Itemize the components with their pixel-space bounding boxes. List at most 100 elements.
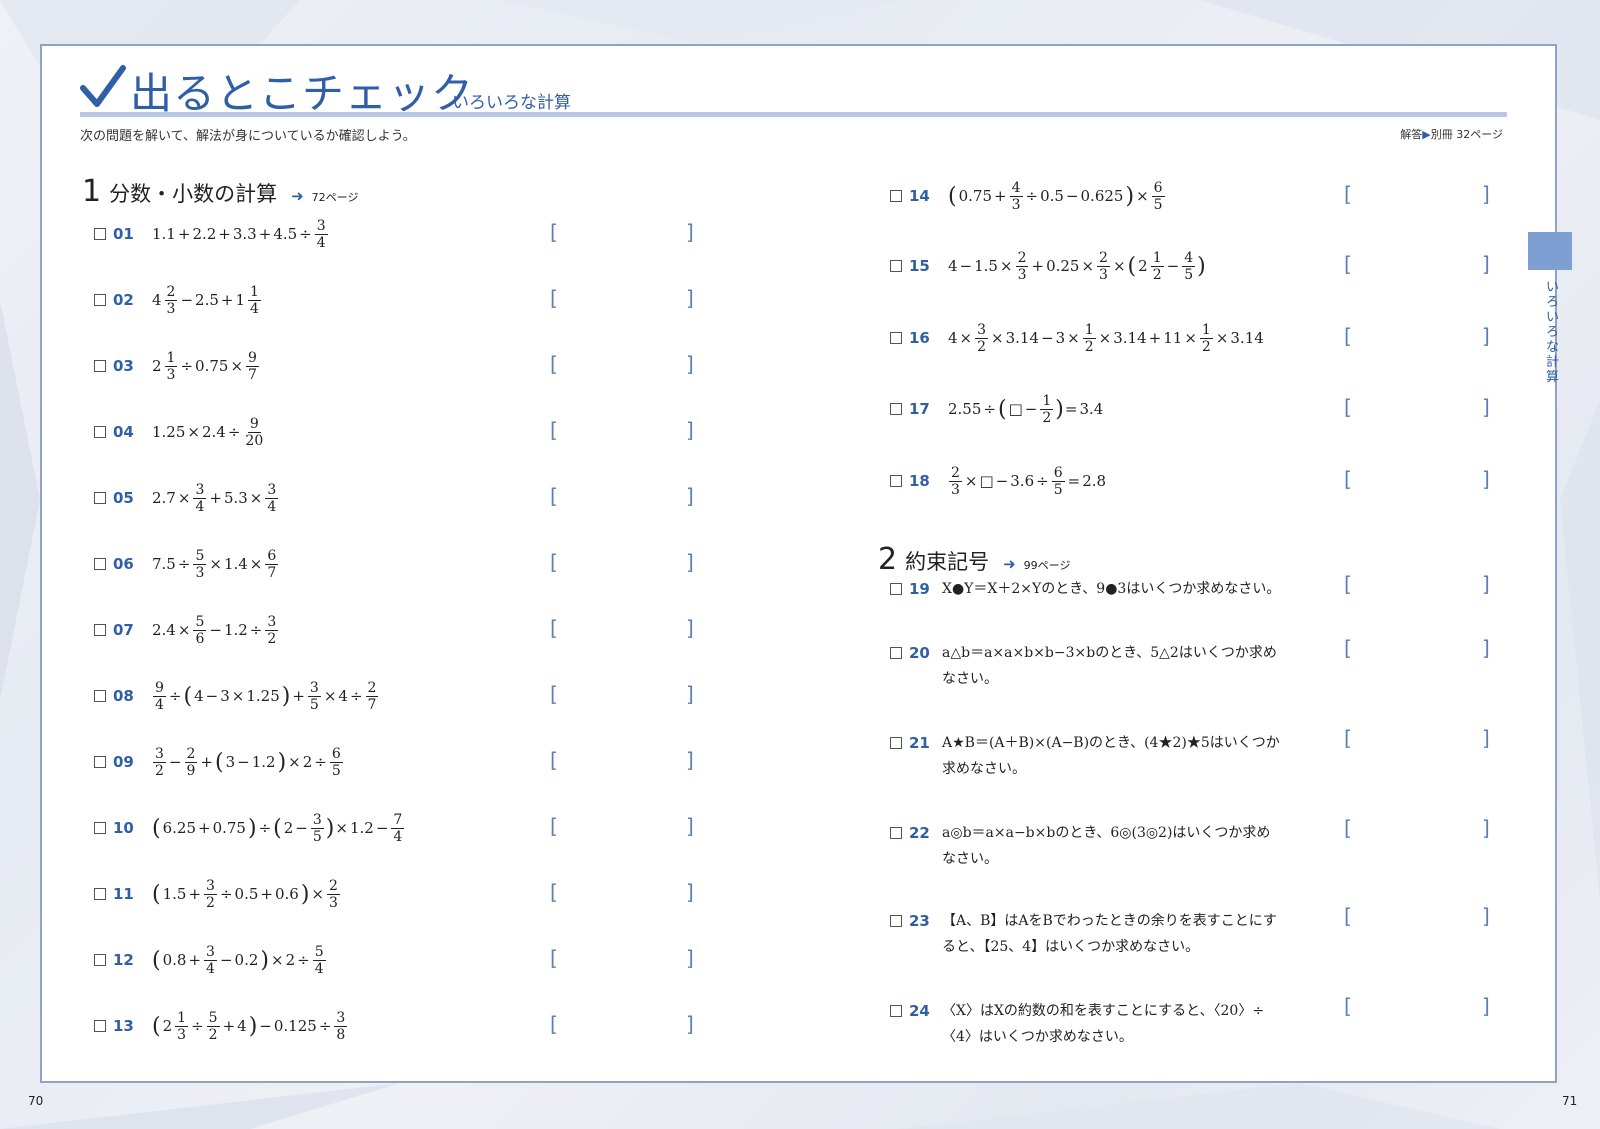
answer-field[interactable] xyxy=(562,880,684,906)
answer-field[interactable] xyxy=(562,550,684,576)
fraction: 35 xyxy=(310,811,324,845)
fraction: 34 xyxy=(193,481,207,515)
answer-field[interactable] xyxy=(1356,182,1480,208)
problem-number: 21 xyxy=(909,734,930,752)
fraction: 23 xyxy=(949,464,962,498)
problem-checkbox[interactable] xyxy=(890,475,902,487)
triangle-right-icon: ▶ xyxy=(1422,128,1431,141)
fraction: 27 xyxy=(365,679,379,713)
answer-field[interactable] xyxy=(1356,395,1480,421)
fraction: 38 xyxy=(334,1009,348,1043)
fraction: 12 xyxy=(1150,249,1164,283)
fraction: 35 xyxy=(307,679,321,713)
problem-checkbox[interactable] xyxy=(890,915,902,927)
problem-expression: 4−1.5 × 2 3 +0.25 × 2 3 ×(2 1 2−4 5) xyxy=(948,249,1206,283)
problem-number: 16 xyxy=(909,329,930,347)
answer-field[interactable] xyxy=(562,946,684,972)
problem-checkbox[interactable] xyxy=(890,190,902,202)
answer-field[interactable] xyxy=(1356,467,1480,493)
problem-row: 16 4 × 3 2 × 3.14−3 × 1 2 × 3.14 +11 × 1 2 × 3.14 xyxy=(890,316,1265,360)
answer-field[interactable] xyxy=(562,1012,684,1038)
problem-checkbox[interactable] xyxy=(94,492,106,504)
answer-bracket-close: ] xyxy=(1482,182,1490,206)
problem-checkbox[interactable] xyxy=(890,1005,902,1017)
answer-field[interactable] xyxy=(1356,904,1480,930)
answer-bracket-close: ] xyxy=(686,682,694,706)
problem-checkbox[interactable] xyxy=(94,690,106,702)
problem-row: 12 (0.8 +3 4−0.2) × 2 ÷ 5 4 xyxy=(94,938,328,982)
problem-row: 15 4−1.5 × 2 3 +0.25 × 2 3 ×(2 1 2−4 5) xyxy=(890,244,1206,288)
answer-field[interactable] xyxy=(562,418,684,444)
problem-expression: 2.4 × 5 6−1.2 ÷ 3 2 xyxy=(152,613,279,647)
problem-checkbox[interactable] xyxy=(94,1020,106,1032)
answer-bracket-open: [ xyxy=(550,616,558,640)
fraction: 45 xyxy=(1182,249,1196,283)
problem-checkbox[interactable] xyxy=(94,426,106,438)
fraction: 32 xyxy=(265,613,279,647)
fraction: 65 xyxy=(1051,464,1065,498)
fraction: 12 xyxy=(1199,321,1213,355)
answer-bracket-open: [ xyxy=(550,418,558,442)
answer-field[interactable] xyxy=(562,286,684,312)
problem-expression: 1.25 × 2.4 ÷ 9 20 xyxy=(152,415,264,449)
answer-field[interactable] xyxy=(562,352,684,378)
answer-field[interactable] xyxy=(562,682,684,708)
problem-checkbox[interactable] xyxy=(94,822,106,834)
problem-expression: 7.5 ÷ 5 3 × 1.4 × 6 7 xyxy=(152,547,279,581)
problem-number: 07 xyxy=(113,621,134,639)
answer-bracket-open: [ xyxy=(1344,467,1352,491)
problem-checkbox[interactable] xyxy=(94,624,106,636)
problem-number: 12 xyxy=(113,951,134,969)
answer-field[interactable] xyxy=(1356,324,1480,350)
answer-bracket-close: ] xyxy=(686,1012,694,1036)
answer-bracket-close: ] xyxy=(1482,395,1490,419)
answer-field[interactable] xyxy=(1356,252,1480,278)
problem-checkbox[interactable] xyxy=(94,954,106,966)
page-subtitle: いろいろな計算 xyxy=(452,93,571,113)
problem-checkbox[interactable] xyxy=(94,228,106,240)
problem-checkbox[interactable] xyxy=(890,260,902,272)
answer-field[interactable] xyxy=(562,814,684,840)
problem-expression: (1.5 +3 2 ÷ 0.5 +0.6) × 2 3 xyxy=(152,877,340,911)
problem-number: 01 xyxy=(113,225,134,243)
answer-bracket-open: [ xyxy=(550,352,558,376)
answer-field[interactable] xyxy=(562,220,684,246)
answer-bracket-open: [ xyxy=(550,550,558,574)
problem-checkbox[interactable] xyxy=(94,558,106,570)
problem-expression: 9 4 ÷(4−3 × 1.25) +3 5 × 4 ÷ 2 7 xyxy=(153,679,379,713)
answer-field[interactable] xyxy=(562,748,684,774)
answer-bracket-open: [ xyxy=(1344,182,1352,206)
answer-field[interactable] xyxy=(1356,636,1480,662)
problem-checkbox[interactable] xyxy=(94,360,106,372)
answer-field[interactable] xyxy=(562,616,684,642)
problem-checkbox[interactable] xyxy=(94,888,106,900)
answer-field[interactable] xyxy=(1356,994,1480,1020)
problem-checkbox[interactable] xyxy=(890,583,902,595)
answer-field[interactable] xyxy=(1356,572,1480,598)
answer-field[interactable] xyxy=(1356,816,1480,842)
problem-checkbox[interactable] xyxy=(890,403,902,415)
problem-row: 23 【A、B】はAをBでわったときの余りを表すことにすると、【25、4】はいくつ… xyxy=(890,908,1282,960)
problem-text: X●Y＝X＋2×Yのとき、9●3はいくつか求めなさい。 xyxy=(942,581,1281,597)
problem-checkbox[interactable] xyxy=(890,827,902,839)
problem-checkbox[interactable] xyxy=(94,756,106,768)
problem-number: 09 xyxy=(113,753,134,771)
fraction: 12 xyxy=(1082,321,1096,355)
problem-checkbox[interactable] xyxy=(890,647,902,659)
problem-expression: (2 1 3 ÷ 5 2 +4) −0.125 ÷ 3 8 xyxy=(152,1009,348,1043)
fraction: 23 xyxy=(1097,249,1110,283)
problem-row: 04 1.25 × 2.4 ÷ 9 20 xyxy=(94,410,267,454)
answer-field[interactable] xyxy=(1356,726,1480,752)
section-header-1: 1 分数・小数の計算 ➜ 72ページ xyxy=(82,174,358,209)
answer-field[interactable] xyxy=(562,484,684,510)
answer-bracket-close: ] xyxy=(686,352,694,376)
problem-checkbox[interactable] xyxy=(890,737,902,749)
answer-bracket-open: [ xyxy=(550,220,558,244)
answer-bracket-open: [ xyxy=(1344,816,1352,840)
problem-checkbox[interactable] xyxy=(94,294,106,306)
arrow-right-icon: ➜ xyxy=(1003,555,1016,573)
section-header-2: 2 約束記号 ➜ 99ページ xyxy=(878,542,1070,577)
problem-checkbox[interactable] xyxy=(890,332,902,344)
problem-row: 13(2 1 3 ÷ 5 2 +4) −0.125 ÷ 3 8 xyxy=(94,1004,349,1048)
fraction: 65 xyxy=(1151,179,1165,213)
